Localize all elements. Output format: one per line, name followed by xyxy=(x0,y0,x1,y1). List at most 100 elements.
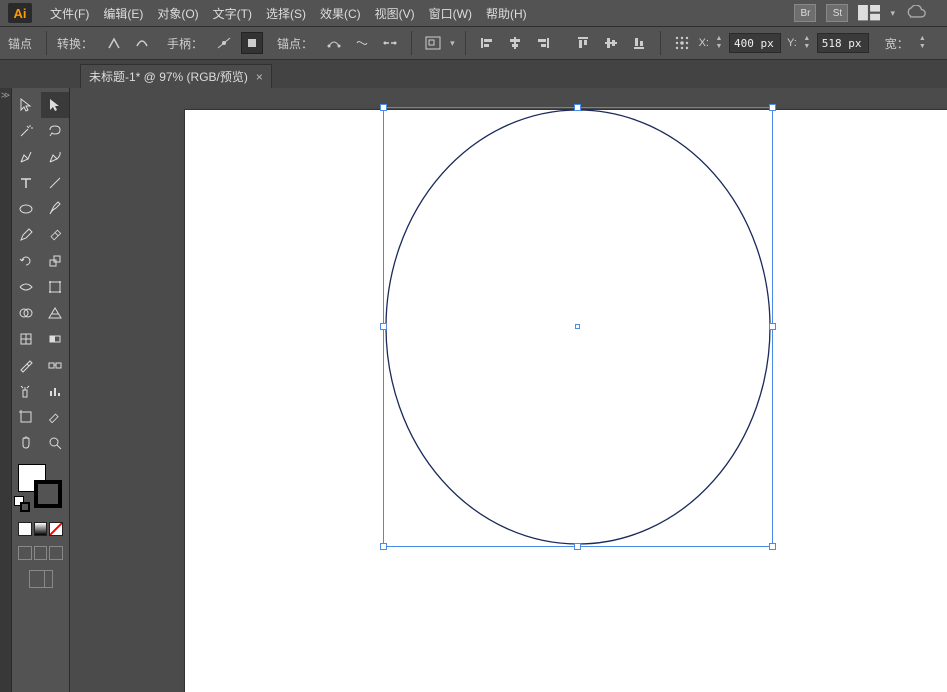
width-label: 宽： xyxy=(885,35,913,52)
pencil-tool[interactable] xyxy=(12,222,41,248)
hide-handles-button[interactable] xyxy=(241,32,263,54)
menu-view[interactable]: 视图(V) xyxy=(369,1,421,26)
scale-tool[interactable] xyxy=(41,248,70,274)
anchor-label: 锚点 xyxy=(8,35,36,52)
cut-path-button[interactable] xyxy=(379,32,401,54)
resize-handle[interactable] xyxy=(380,543,387,550)
draw-behind[interactable] xyxy=(34,546,48,560)
color-mode-gradient[interactable] xyxy=(34,522,48,536)
symbol-sprayer-tool[interactable] xyxy=(12,378,41,404)
artboard-tool[interactable] xyxy=(12,404,41,430)
zoom-tool[interactable] xyxy=(41,430,70,456)
ellipse-tool[interactable] xyxy=(12,196,41,222)
x-input[interactable] xyxy=(729,33,781,53)
color-mode-none[interactable] xyxy=(49,522,63,536)
remove-anchor-button[interactable] xyxy=(323,32,345,54)
perspective-tool[interactable] xyxy=(41,300,70,326)
separator xyxy=(46,31,47,55)
type-tool[interactable] xyxy=(12,170,41,196)
align-bottom-button[interactable] xyxy=(628,32,650,54)
selection-center-icon xyxy=(575,324,580,329)
menu-object[interactable]: 对象(O) xyxy=(151,1,204,26)
paintbrush-tool[interactable] xyxy=(41,196,70,222)
menu-file[interactable]: 文件(F) xyxy=(44,1,95,26)
align-top-button[interactable] xyxy=(572,32,594,54)
stock-button[interactable]: St xyxy=(826,4,848,22)
menu-right-group: Br St ▾ xyxy=(794,2,947,24)
color-mode-solid[interactable] xyxy=(18,522,32,536)
menu-edit[interactable]: 编辑(E) xyxy=(97,1,149,26)
sync-icon[interactable] xyxy=(905,5,927,21)
resize-handle[interactable] xyxy=(769,104,776,111)
convert-smooth-button[interactable] xyxy=(131,32,153,54)
connect-anchor-button[interactable] xyxy=(351,32,373,54)
stepper-icon[interactable]: ▲▼ xyxy=(919,35,926,51)
menu-type[interactable]: 文字(T) xyxy=(207,1,258,26)
eyedropper-tool[interactable] xyxy=(12,352,41,378)
screen-mode-button[interactable] xyxy=(29,570,53,588)
main-area: ≫ xyxy=(0,88,947,692)
align-vcenter-button[interactable] xyxy=(600,32,622,54)
curvature-tool[interactable] xyxy=(41,144,70,170)
magic-wand-tool[interactable] xyxy=(12,118,41,144)
line-tool[interactable] xyxy=(41,170,70,196)
resize-handle[interactable] xyxy=(574,104,581,111)
eraser-tool[interactable] xyxy=(41,222,70,248)
graph-tool[interactable] xyxy=(41,378,70,404)
stepper-icon[interactable]: ▲▼ xyxy=(713,33,725,53)
menu-bar: Ai 文件(F) 编辑(E) 对象(O) 文字(T) 选择(S) 效果(C) 视… xyxy=(0,0,947,26)
shape-builder-tool[interactable] xyxy=(12,300,41,326)
isolate-button[interactable] xyxy=(422,32,444,54)
chevron-down-icon: ▾ xyxy=(450,38,455,49)
blend-tool[interactable] xyxy=(41,352,70,378)
gradient-tool[interactable] xyxy=(41,326,70,352)
menu-window[interactable]: 窗口(W) xyxy=(423,1,478,26)
align-right-button[interactable] xyxy=(532,32,554,54)
lasso-tool[interactable] xyxy=(41,118,70,144)
hand-tool[interactable] xyxy=(12,430,41,456)
selection-tool[interactable] xyxy=(12,92,41,118)
pen-tool[interactable] xyxy=(12,144,41,170)
fill-stroke-swatch[interactable] xyxy=(12,462,69,510)
stepper-icon[interactable]: ▲▼ xyxy=(801,33,813,53)
resize-handle[interactable] xyxy=(380,323,387,330)
resize-handle[interactable] xyxy=(574,543,581,550)
selection-bounding-box[interactable] xyxy=(383,107,773,547)
resize-handle[interactable] xyxy=(769,323,776,330)
menu-help[interactable]: 帮助(H) xyxy=(480,1,533,26)
y-input[interactable] xyxy=(817,33,869,53)
arrange-documents-button[interactable] xyxy=(858,2,880,24)
menu-effect[interactable]: 效果(C) xyxy=(314,1,367,26)
align-left-button[interactable] xyxy=(476,32,498,54)
mesh-tool[interactable] xyxy=(12,326,41,352)
panel-collapse-strip[interactable]: ≫ xyxy=(0,88,12,692)
artboard[interactable] xyxy=(185,110,947,692)
draw-modes xyxy=(12,542,69,564)
resize-handle[interactable] xyxy=(769,543,776,550)
separator xyxy=(465,31,466,55)
chevron-down-icon: ▾ xyxy=(890,8,895,19)
resize-handle[interactable] xyxy=(380,104,387,111)
document-tab[interactable]: 未标题-1* @ 97% (RGB/预览) × xyxy=(80,64,272,88)
x-field: X: ▲▼ xyxy=(699,33,781,53)
show-handles-button[interactable] xyxy=(213,32,235,54)
canvas[interactable] xyxy=(70,88,947,692)
menu-select[interactable]: 选择(S) xyxy=(260,1,312,26)
swap-fillstroke-icon[interactable] xyxy=(20,502,30,512)
free-transform-tool[interactable] xyxy=(41,274,70,300)
draw-normal[interactable] xyxy=(18,546,32,560)
align-hcenter-button[interactable] xyxy=(504,32,526,54)
bridge-button[interactable]: Br xyxy=(794,4,816,22)
draw-inside[interactable] xyxy=(49,546,63,560)
rotate-tool[interactable] xyxy=(12,248,41,274)
convert-corner-button[interactable] xyxy=(103,32,125,54)
chevron-right-icon: ≫ xyxy=(0,88,11,101)
tool-panel xyxy=(12,88,70,692)
width-tool[interactable] xyxy=(12,274,41,300)
direct-selection-tool[interactable] xyxy=(41,92,70,118)
separator xyxy=(660,31,661,55)
reference-point-button[interactable] xyxy=(671,32,693,54)
stroke-swatch[interactable] xyxy=(34,480,62,508)
slice-tool[interactable] xyxy=(41,404,70,430)
close-icon[interactable]: × xyxy=(256,70,263,84)
